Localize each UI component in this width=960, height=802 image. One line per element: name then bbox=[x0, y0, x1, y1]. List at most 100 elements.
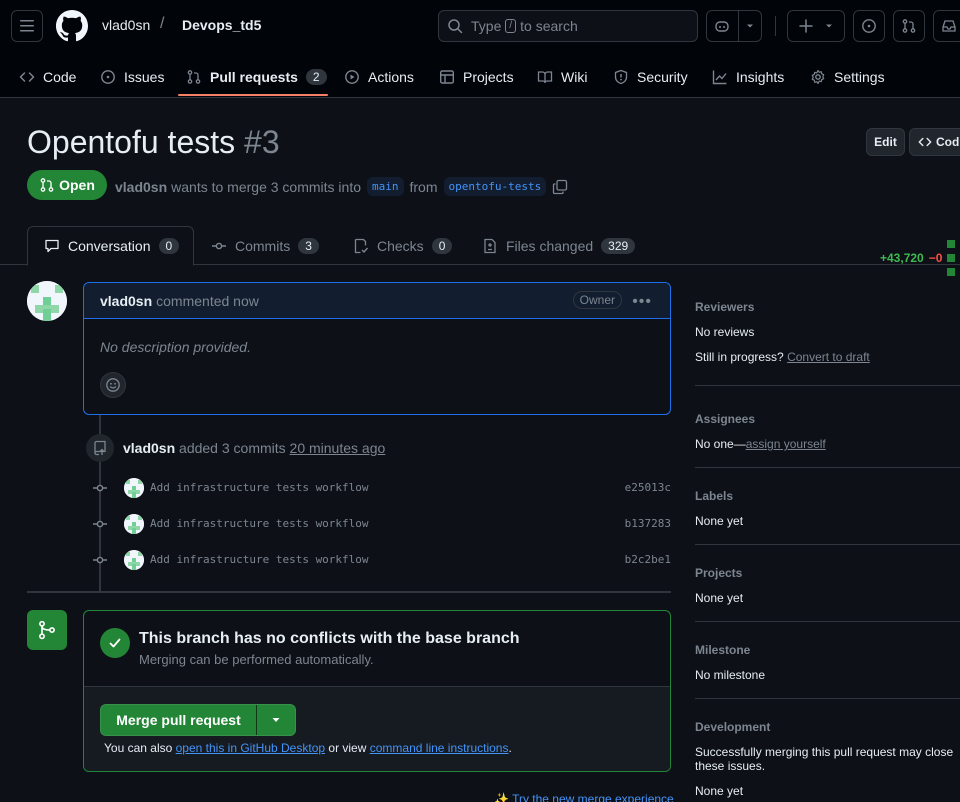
merge-method-dropdown[interactable] bbox=[257, 705, 295, 735]
draft-prompt: Still in progress? Convert to draft bbox=[695, 350, 960, 364]
base-branch[interactable]: main bbox=[367, 177, 404, 196]
copy-icon[interactable] bbox=[552, 179, 568, 195]
page-title: Opentofu tests #3 bbox=[27, 124, 280, 161]
hamburger-icon bbox=[20, 20, 34, 32]
deletions-count: −0 bbox=[928, 251, 943, 265]
triangle-down-icon bbox=[272, 718, 280, 722]
graph-icon bbox=[712, 70, 727, 85]
commit-icon bbox=[90, 478, 110, 498]
code-icon bbox=[19, 72, 35, 82]
inbox-icon bbox=[942, 20, 956, 32]
tab-actions[interactable]: Actions bbox=[344, 56, 414, 98]
merge-button[interactable]: Merge pull request bbox=[101, 705, 257, 735]
merge-note: You can also open this in GitHub Desktop… bbox=[104, 741, 512, 755]
commit-sha[interactable]: e25013c bbox=[625, 481, 671, 494]
comment-icon bbox=[45, 239, 59, 253]
inbox-button[interactable] bbox=[933, 10, 960, 42]
tab-commits[interactable]: Commits 3 bbox=[211, 226, 319, 265]
code-button[interactable]: Cod bbox=[909, 128, 960, 156]
comment-action[interactable]: commented now bbox=[156, 293, 259, 309]
projects-value: None yet bbox=[695, 591, 744, 605]
sidebar-heading[interactable]: Milestone bbox=[695, 643, 960, 657]
github-desktop-link[interactable]: open this in GitHub Desktop bbox=[176, 741, 325, 755]
tab-checks[interactable]: Checks 0 bbox=[353, 226, 453, 265]
tab-code[interactable]: Code bbox=[19, 56, 76, 98]
commit-sha[interactable]: b2c2be1 bbox=[625, 553, 671, 566]
pr-number: #3 bbox=[244, 124, 280, 160]
sidebar-projects: Projects None yet bbox=[695, 566, 960, 605]
smiley-icon bbox=[106, 378, 120, 392]
commit-sha[interactable]: b137283 bbox=[625, 517, 671, 530]
issues-button[interactable] bbox=[853, 10, 885, 42]
tab-issues[interactable]: Issues bbox=[100, 56, 164, 98]
additions-count: +43,720 bbox=[880, 251, 924, 265]
avatar[interactable] bbox=[27, 281, 67, 321]
menu-button[interactable] bbox=[11, 10, 43, 42]
divider bbox=[695, 385, 960, 386]
tab-label: Files changed bbox=[506, 237, 594, 254]
pr-author[interactable]: vlad0sn bbox=[115, 179, 167, 195]
pull-requests-button[interactable] bbox=[893, 10, 925, 42]
tab-files-changed[interactable]: Files changed 329 bbox=[482, 226, 636, 265]
push-event: vlad0sn added 3 commits 20 minutes ago bbox=[123, 440, 385, 456]
commit-icon bbox=[212, 242, 226, 249]
comment-author[interactable]: vlad0sn bbox=[100, 293, 152, 309]
breadcrumb-owner[interactable]: vlad0sn bbox=[102, 17, 150, 33]
kebab-horizontal-icon[interactable]: ••• bbox=[632, 293, 652, 311]
commit-message[interactable]: Add infrastructure tests workflow bbox=[150, 517, 369, 530]
tab-label: Projects bbox=[463, 69, 514, 85]
breadcrumb-repo[interactable]: Devops_td5 bbox=[182, 17, 261, 33]
tab-pull-requests[interactable]: Pull requests 2 bbox=[186, 56, 327, 98]
sidebar-heading[interactable]: Projects bbox=[695, 566, 960, 580]
commit-message[interactable]: Add infrastructure tests workflow bbox=[150, 481, 369, 494]
copilot-icon bbox=[714, 21, 729, 32]
reviewers-value: No reviews bbox=[695, 325, 755, 339]
code-icon bbox=[918, 137, 932, 147]
avatar[interactable] bbox=[124, 550, 144, 570]
tab-counter: 0 bbox=[431, 237, 453, 254]
push-author[interactable]: vlad0sn bbox=[123, 440, 175, 456]
tab-label: Insights bbox=[736, 69, 785, 85]
tab-projects[interactable]: Projects bbox=[439, 56, 514, 98]
assign-yourself-link[interactable]: assign yourself bbox=[746, 437, 826, 451]
edit-button[interactable]: Edit bbox=[866, 128, 905, 156]
search-icon bbox=[448, 19, 463, 34]
draft-prefix: Still in progress? bbox=[695, 350, 784, 364]
tab-conversation[interactable]: Conversation 0 bbox=[27, 226, 194, 266]
app-header: vlad0sn / Devops_td5 Type / to search Co… bbox=[0, 0, 960, 98]
sidebar-heading[interactable]: Development bbox=[695, 720, 960, 734]
add-reaction-button[interactable] bbox=[100, 372, 126, 398]
create-new-button[interactable] bbox=[787, 10, 845, 42]
pull-request-icon bbox=[902, 19, 916, 33]
tab-wiki[interactable]: Wiki bbox=[537, 56, 587, 98]
sidebar-heading[interactable]: Assignees bbox=[695, 412, 960, 426]
avatar[interactable] bbox=[124, 514, 144, 534]
convert-to-draft-link[interactable]: Convert to draft bbox=[787, 350, 870, 364]
merge-status-title: This branch has no conflicts with the ba… bbox=[139, 630, 520, 647]
sidebar-development: Development Successfully merging this pu… bbox=[695, 720, 960, 798]
search-input[interactable]: Type / to search bbox=[438, 10, 698, 42]
github-logo-icon[interactable] bbox=[56, 10, 88, 42]
tab-label: Conversation bbox=[68, 238, 151, 254]
comment-body: No description provided. bbox=[100, 339, 251, 355]
sidebar-heading[interactable]: Reviewers bbox=[695, 300, 960, 314]
sidebar-heading[interactable]: Labels bbox=[695, 489, 960, 503]
tab-label: Code bbox=[43, 69, 77, 85]
tab-settings[interactable]: Settings bbox=[810, 56, 885, 98]
commit-message[interactable]: Add infrastructure tests workflow bbox=[150, 553, 369, 566]
tab-insights[interactable]: Insights bbox=[712, 56, 784, 98]
command-line-link[interactable]: command line instructions bbox=[370, 741, 509, 755]
push-time[interactable]: 20 minutes ago bbox=[290, 440, 386, 456]
try-new-merge-link[interactable]: ✨ Try the new merge experience bbox=[494, 792, 674, 802]
tab-security[interactable]: Security bbox=[613, 56, 688, 98]
divider bbox=[695, 544, 960, 545]
book-icon bbox=[537, 71, 553, 84]
tab-label: Issues bbox=[124, 69, 165, 85]
copilot-button[interactable] bbox=[706, 10, 762, 42]
code-button-label: Cod bbox=[936, 135, 960, 149]
status-label: Open bbox=[59, 177, 95, 193]
pull-request-icon bbox=[40, 178, 54, 192]
avatar[interactable] bbox=[124, 478, 144, 498]
git-merge-icon bbox=[27, 610, 67, 650]
head-branch[interactable]: opentofu-tests bbox=[443, 177, 547, 196]
